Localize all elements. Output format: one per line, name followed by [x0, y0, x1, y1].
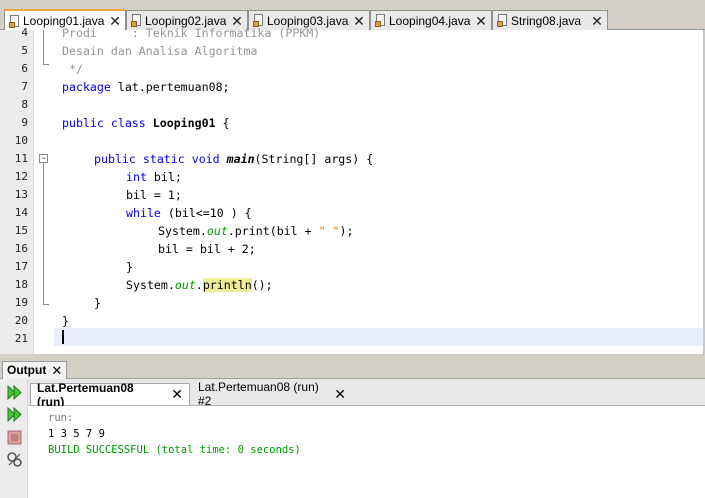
line-number: 21 — [14, 332, 28, 345]
code-line-close-brace: } — [94, 296, 101, 310]
tab-run-output[interactable]: Lat.Pertemuan08 (run) ✕ — [30, 381, 190, 409]
settings-icon[interactable] — [6, 451, 23, 468]
console-line-run: run: — [48, 412, 74, 424]
java-file-icon — [497, 14, 508, 27]
keyword: public static void — [94, 152, 220, 166]
line-number: 19 — [14, 296, 28, 309]
keyword: while — [126, 206, 161, 220]
close-icon[interactable]: ✕ — [51, 362, 62, 379]
tab-label: Lat.Pertemuan08 (run) — [37, 380, 134, 409]
code-line-comment: */ — [62, 62, 83, 76]
tab-run-output-2[interactable]: Lat.Pertemuan08 (run) #2 ✕ — [192, 380, 352, 408]
code-text: { — [215, 116, 230, 130]
code-line-comment: Desain dan Analisa Algoritma — [62, 44, 258, 58]
fold-guide — [43, 163, 44, 305]
tab-label: String08.java — [511, 13, 582, 28]
code-line-while: while (bil<=10 ) { — [126, 204, 252, 222]
class-name: Looping01 — [152, 116, 216, 130]
output-panel-header: Output ✕ — [0, 360, 705, 379]
code-text: . — [195, 278, 203, 292]
fold-guide — [43, 30, 44, 65]
rerun-icon[interactable] — [6, 384, 23, 401]
code-line-close-brace: } — [126, 260, 133, 274]
code-line-class: public class Looping01 { — [62, 114, 230, 132]
close-icon[interactable]: ✕ — [352, 14, 366, 28]
tab-string08[interactable]: String08.java ✕ — [492, 10, 608, 30]
line-number: 15 — [14, 224, 28, 237]
code-text: (bil<=10 ) { — [160, 206, 252, 220]
line-number: 6 — [21, 62, 28, 75]
line-number: 13 — [14, 188, 28, 201]
tab-looping04[interactable]: Looping04.java ✕ — [370, 10, 492, 30]
console-line-build-status: BUILD SUCCESSFUL (total time: 0 seconds) — [48, 444, 301, 456]
code-line-println: System.out.println(); — [126, 276, 273, 294]
close-icon[interactable]: ✕ — [334, 386, 346, 403]
code-text: (String[] args) { — [254, 152, 374, 166]
code-line-assign: bil = 1; — [126, 188, 182, 202]
keyword: public class — [62, 116, 146, 130]
string-literal: " " — [318, 224, 340, 238]
keyword: int — [126, 170, 147, 184]
close-icon[interactable]: ✕ — [474, 14, 488, 28]
close-icon[interactable]: ✕ — [171, 386, 183, 403]
line-number: 7 — [21, 80, 28, 93]
code-text: (); — [251, 278, 273, 292]
tab-label: Looping04.java — [389, 13, 471, 28]
method-name: main — [226, 152, 255, 166]
code-text: System. — [158, 224, 207, 238]
java-file-icon — [375, 14, 386, 27]
line-number: 17 — [14, 260, 28, 273]
line-number-gutter: 4 5 6 7 8 9 10 11 12 13 14 15 16 17 18 1… — [0, 26, 34, 354]
text-caret — [62, 330, 64, 344]
fold-guide-end — [43, 304, 49, 305]
line-number: 8 — [21, 98, 28, 111]
code-line-print: System.out.print(bil + " "); — [158, 222, 354, 240]
line-number: 10 — [14, 134, 28, 147]
output-panel-title: Output — [7, 363, 47, 377]
console-line-result: 1 3 5 7 9 — [48, 428, 105, 440]
line-number: 20 — [14, 314, 28, 327]
code-text: ); — [339, 224, 354, 238]
output-toolbar — [0, 379, 28, 498]
code-line-package: package lat.pertemuan08; — [62, 78, 230, 96]
highlighted-method: println — [202, 278, 252, 292]
line-number: 11 — [14, 152, 28, 165]
field-name: out — [174, 278, 196, 292]
output-tab-bar: Lat.Pertemuan08 (run) ✕ Lat.Pertemuan08 … — [28, 379, 705, 409]
tab-label: Lat.Pertemuan08 (run) #2 — [198, 380, 319, 408]
code-line-decl: int bil; — [126, 168, 182, 186]
code-text: bil; — [146, 170, 182, 184]
code-editor[interactable]: 4 5 6 7 8 9 10 11 12 13 14 15 16 17 18 1… — [0, 26, 705, 354]
line-number: 16 — [14, 242, 28, 255]
keyword: package — [62, 80, 111, 94]
fold-icon[interactable]: − — [39, 154, 48, 163]
fold-guide-end — [43, 64, 49, 65]
line-number: 4 — [21, 26, 28, 39]
code-text: .print(bil + — [227, 224, 319, 238]
code-line-main: public static void main(String[] args) { — [94, 150, 373, 168]
line-number: 9 — [21, 116, 28, 129]
fold-column: − — [34, 30, 54, 354]
output-console[interactable]: run: 1 3 5 7 9 BUILD SUCCESSFUL (total t… — [28, 406, 705, 498]
code-text: System. — [126, 278, 175, 292]
stop-icon[interactable] — [6, 429, 23, 446]
field-name: out — [206, 224, 228, 238]
close-icon[interactable]: ✕ — [590, 14, 604, 28]
line-number: 14 — [14, 206, 28, 219]
code-line-close-brace: } — [62, 314, 69, 328]
output-panel-tab[interactable]: Output ✕ — [2, 361, 68, 379]
code-text: lat.pertemuan08; — [110, 80, 230, 94]
line-number: 18 — [14, 278, 28, 291]
code-line-comment: Prodi : Teknik Informatika (PPKM) — [62, 26, 321, 40]
line-number: 12 — [14, 170, 28, 183]
code-line-increment: bil = bil + 2; — [158, 242, 256, 256]
rerun-with-options-icon[interactable] — [6, 406, 23, 423]
line-number: 5 — [21, 44, 28, 57]
current-line-highlight — [54, 328, 705, 346]
